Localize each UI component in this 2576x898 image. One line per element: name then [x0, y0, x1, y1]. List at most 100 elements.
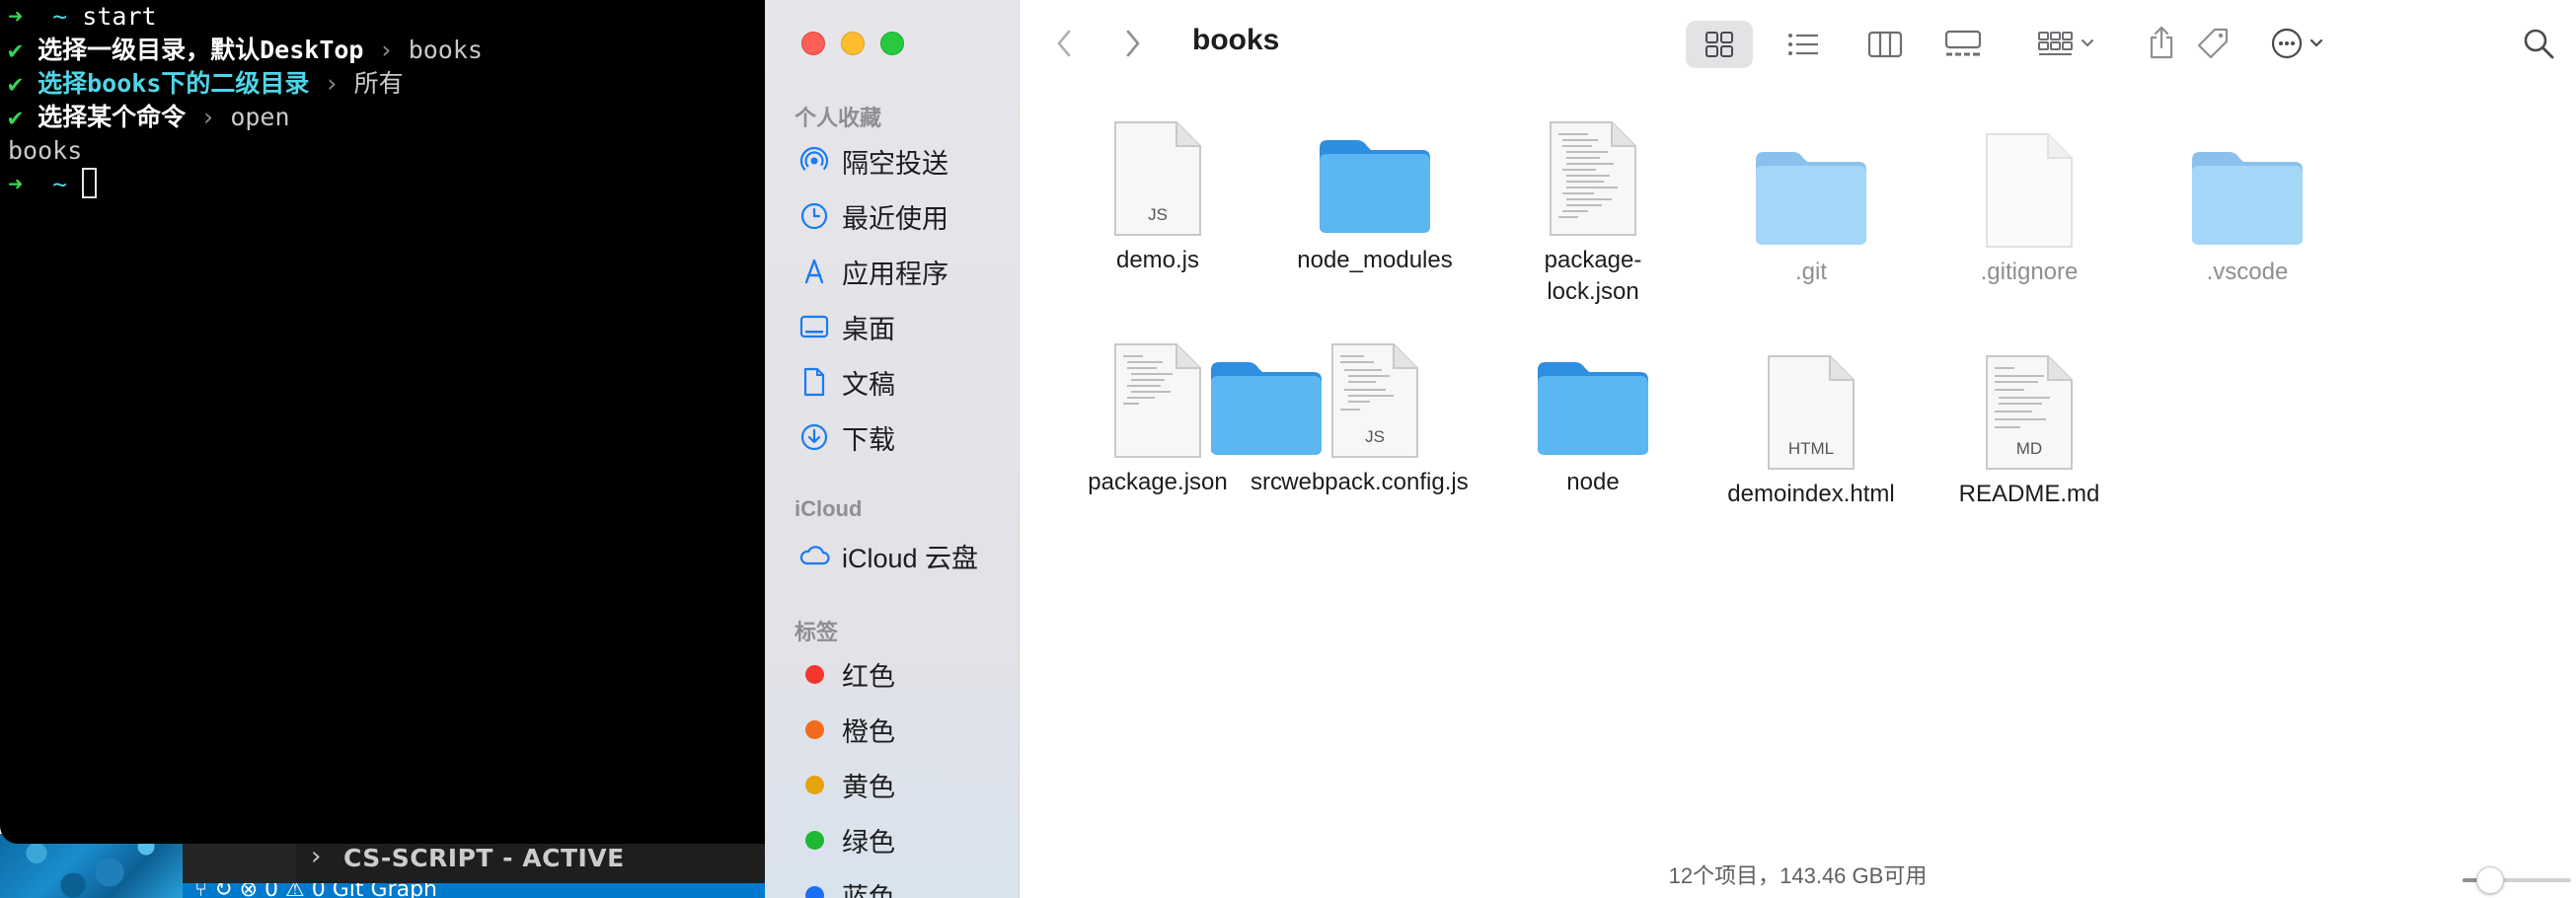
sidebar-item-label: 黄色	[842, 772, 895, 802]
sidebar-item-documents[interactable]: 文稿	[798, 362, 1006, 402]
column-view-icon[interactable]	[1861, 24, 1909, 65]
file-item[interactable]: .git	[1703, 120, 1920, 288]
sidebar-item-label: 蓝色	[842, 882, 895, 898]
file-item[interactable]: node_modules	[1266, 109, 1483, 276]
file-item[interactable]: MD README.md	[1921, 342, 2138, 510]
vscode-panel-title[interactable]: CS-SCRIPT - ACTIVE	[343, 844, 625, 872]
file-name: .vscode	[2206, 259, 2289, 285]
prompt-path: ~	[52, 170, 68, 198]
text-file-icon	[1921, 120, 2138, 249]
sidebar-tag-red[interactable]: 红色	[798, 654, 1006, 694]
sidebar-item-desktop[interactable]: 桌面	[798, 307, 1006, 346]
window-title: books	[1192, 24, 1280, 56]
sidebar-tag-yellow[interactable]: 黄色	[798, 765, 1006, 804]
gallery-view-icon[interactable]	[1935, 24, 1991, 65]
share-icon[interactable]	[2140, 18, 2183, 67]
finder-window[interactable]: 个人收藏 隔空投送 最近使用 应用程序 桌面 文稿 下载 iCloud iClo…	[765, 0, 2576, 898]
search-icon[interactable]	[2517, 22, 2560, 65]
sidebar-item-airdrop[interactable]: 隔空投送	[798, 141, 1006, 181]
folder-icon	[1266, 109, 1483, 237]
green-tag-dot-icon	[804, 830, 824, 850]
sidebar-section-favorites: 个人收藏	[795, 106, 882, 130]
terminal-line: ✔ 选择一级目录，默认DeskTop › books	[8, 34, 483, 67]
status-text: 12个项目，143.46 GB可用	[1668, 863, 1928, 888]
file-item[interactable]: HTML demoindex.html	[1703, 342, 1920, 510]
prompt-question: 选择一级目录，默认DeskTop	[38, 36, 364, 64]
sidebar-item-label: iCloud 云盘	[842, 543, 979, 573]
vscode-status-bar[interactable]: ⑂ ↻ ⊗ 0 ⚠ 0 Git Graph	[183, 883, 765, 898]
file-name: node	[1566, 469, 1620, 495]
document-icon	[798, 366, 830, 398]
prompt-question: 选择某个命令	[38, 103, 187, 131]
more-icon[interactable]	[2265, 22, 2340, 65]
sidebar-tag-green[interactable]: 绿色	[798, 820, 1006, 860]
prompt-answer: books	[408, 36, 483, 64]
sidebar-item-label: 隔空投送	[842, 148, 948, 179]
icon-view-icon[interactable]	[1696, 24, 1743, 65]
zoom-button[interactable]	[880, 32, 904, 55]
sidebar-item-recents[interactable]: 最近使用	[798, 196, 1006, 236]
red-tag-dot-icon	[804, 664, 824, 684]
folder-icon	[2139, 120, 2356, 249]
prompt-question: 选择books下的二级目录	[38, 69, 310, 98]
file-item[interactable]: .gitignore	[1921, 120, 2138, 288]
file-item[interactable]: JS demo.js	[1049, 109, 1266, 276]
file-type-label: MD	[2015, 439, 2043, 458]
vscode-status-text[interactable]: ⑂ ↻ ⊗ 0 ⚠ 0 Git Graph	[194, 883, 437, 898]
file-item[interactable]: .vscode	[2139, 120, 2356, 288]
file-name: webpack.config.js	[1281, 469, 1469, 495]
file-name: .gitignore	[1980, 259, 2079, 285]
sidebar-item-label: 红色	[842, 661, 895, 692]
file-type-label: JS	[1148, 205, 1168, 224]
file-type-label: HTML	[1787, 439, 1835, 458]
close-button[interactable]	[801, 32, 825, 55]
cloud-icon	[798, 540, 830, 571]
finder-sidebar: 个人收藏 隔空投送 最近使用 应用程序 桌面 文稿 下载 iCloud iClo…	[765, 0, 1020, 898]
sidebar-item-icloud-drive[interactable]: iCloud 云盘	[798, 536, 1006, 575]
list-view-icon[interactable]	[1780, 24, 1827, 65]
tag-icon[interactable]	[2189, 20, 2236, 67]
chevron-right-icon[interactable]: ›	[311, 842, 321, 871]
icon-size-slider[interactable]	[2462, 866, 2571, 894]
applications-icon	[798, 256, 830, 287]
desktop-icon	[798, 311, 830, 342]
terminal-line: ➜ ~	[8, 168, 98, 201]
file-name: demoindex.html	[1727, 481, 1895, 507]
sidebar-section-icloud: iCloud	[795, 496, 863, 521]
prompt-path: ~	[52, 2, 68, 31]
file-item[interactable]: node	[1484, 331, 1702, 498]
finder-content[interactable]: books JS demo.js node_modules package- l…	[1020, 0, 2576, 898]
download-icon	[798, 421, 830, 453]
sidebar-item-label: 应用程序	[842, 259, 948, 289]
terminal-line: ✔ 选择books下的二级目录 › 所有	[8, 67, 404, 101]
markdown-file-icon: MD	[1921, 342, 2138, 471]
slider-knob[interactable]	[2475, 866, 2504, 894]
js-file-icon: JS	[1266, 331, 1483, 459]
sidebar-item-label: 桌面	[842, 314, 895, 344]
back-chevron-icon[interactable]	[1044, 22, 1084, 65]
file-item[interactable]: package- lock.json	[1484, 109, 1702, 308]
terminal-window[interactable]: ➜ ~ start ✔ 选择一级目录，默认DeskTop › books ✔ 选…	[0, 0, 765, 844]
terminal-cursor	[82, 168, 98, 198]
forward-chevron-icon[interactable]	[1113, 22, 1153, 65]
minimize-button[interactable]	[841, 32, 865, 55]
file-type-label: JS	[1365, 427, 1385, 446]
check-icon: ✔	[8, 103, 24, 131]
terminal-command: start	[82, 2, 157, 31]
sidebar-tag-orange[interactable]: 橙色	[798, 710, 1006, 749]
sidebar-item-label: 文稿	[842, 369, 895, 400]
sidebar-item-label: 绿色	[842, 827, 895, 858]
group-icon[interactable]	[2031, 24, 2106, 65]
html-file-icon: HTML	[1703, 342, 1920, 471]
check-icon: ✔	[8, 69, 24, 98]
file-name: demo.js	[1115, 247, 1200, 273]
sidebar-item-label: 最近使用	[842, 203, 948, 234]
check-icon: ✔	[8, 36, 24, 64]
file-item[interactable]: JS webpack.config.js	[1266, 331, 1483, 498]
sidebar-tag-blue[interactable]: 蓝色	[798, 875, 1006, 898]
folder-icon	[1703, 120, 1920, 249]
sidebar-item-applications[interactable]: 应用程序	[798, 252, 1006, 291]
sidebar-item-downloads[interactable]: 下载	[798, 417, 1006, 457]
file-name: .git	[1794, 259, 1827, 285]
orange-tag-dot-icon	[804, 719, 824, 739]
